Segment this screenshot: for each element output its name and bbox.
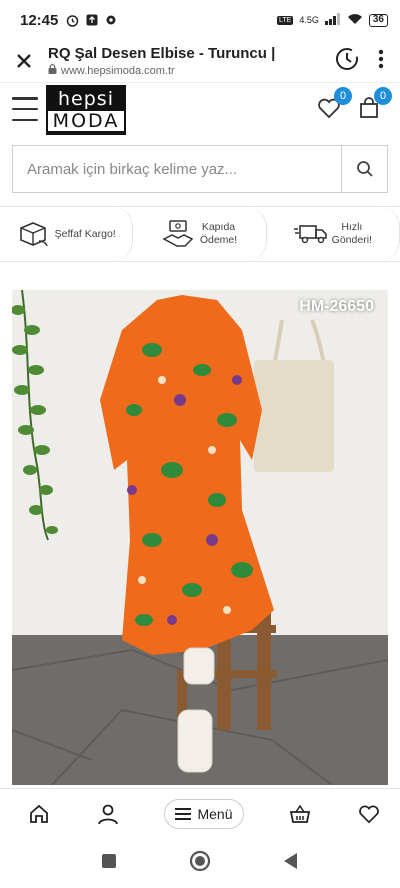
- site-logo[interactable]: hepsi MODA: [46, 85, 126, 135]
- close-icon: [17, 54, 31, 68]
- lock-icon: [48, 64, 57, 77]
- volte-icon: LTE: [277, 15, 294, 25]
- settings-gear-icon: [104, 14, 117, 27]
- nav-cart-button[interactable]: [287, 801, 313, 827]
- status-bar: 12:45 LTE 4.5G 36: [0, 0, 400, 40]
- recents-button[interactable]: [101, 853, 117, 874]
- home-system-button[interactable]: [189, 850, 211, 877]
- heart-icon: [359, 805, 379, 823]
- nav-menu-button[interactable]: Menü: [164, 798, 244, 829]
- search-input[interactable]: [13, 146, 341, 192]
- search-button[interactable]: [341, 146, 387, 192]
- feature-label: Kapıda Ödeme!: [199, 221, 238, 246]
- feature-item-shipping: Şeffaf Kargo!: [0, 207, 134, 261]
- menu-bars-icon: [175, 807, 192, 820]
- product-code-label: HM-26650: [299, 298, 374, 315]
- nav-home-button[interactable]: [26, 801, 52, 827]
- cart-count-badge: 0: [374, 87, 392, 105]
- browser-toolbar: RQ Şal Desen Elbise - Turuncu | www.heps…: [0, 40, 400, 82]
- screen: 12:45 LTE 4.5G 36 RQ Şal Desen Elbise - …: [0, 0, 400, 888]
- nav-wishlist-button[interactable]: [356, 801, 382, 827]
- history-clock-icon: [336, 47, 358, 70]
- signal-icon: [324, 13, 341, 27]
- site-header: hepsi MODA 0 0: [0, 82, 400, 136]
- logo-text-top: hepsi: [58, 88, 114, 110]
- nav-account-button[interactable]: [95, 801, 121, 827]
- logo-text-bottom: MODA: [48, 111, 124, 131]
- search-bar: [12, 145, 388, 193]
- history-button[interactable]: [334, 46, 360, 77]
- battery-indicator: 36: [368, 13, 388, 27]
- product-photo: [12, 290, 388, 785]
- page-url: www.hepsimoda.com.tr: [61, 64, 175, 77]
- hamburger-menu-icon[interactable]: [12, 97, 38, 121]
- feature-label: Hızlı Gönderi!: [331, 221, 372, 246]
- network-type: 4.5G: [299, 15, 319, 25]
- system-navigation-bar: [0, 838, 400, 888]
- close-tab-button[interactable]: [0, 53, 48, 69]
- more-vertical-icon: [378, 49, 384, 68]
- cart-button[interactable]: 0: [356, 87, 392, 121]
- upload-icon: [85, 14, 98, 27]
- search-icon: [356, 161, 373, 177]
- address-area[interactable]: RQ Şal Desen Elbise - Turuncu | www.heps…: [48, 45, 334, 77]
- wishlist-button[interactable]: 0: [316, 87, 352, 121]
- bottom-navigation: Menü: [0, 788, 400, 838]
- alarm-icon: [66, 14, 79, 27]
- home-icon: [30, 804, 48, 823]
- page-title: RQ Şal Desen Elbise - Turuncu |: [48, 45, 276, 62]
- overflow-menu-button[interactable]: [378, 49, 384, 74]
- feature-item-fast-delivery: Hızlı Gönderi!: [267, 207, 400, 261]
- basket-icon: [289, 804, 310, 823]
- back-button[interactable]: [283, 852, 299, 875]
- menu-label: Menü: [197, 805, 233, 822]
- feature-strip: Şeffaf Kargo! Kapıda Ödeme! Hızlı Gönder…: [0, 206, 400, 262]
- square-recents-icon: [102, 853, 116, 868]
- wishlist-count-badge: 0: [334, 87, 352, 105]
- box-icon: [19, 222, 48, 247]
- handshake-icon: [162, 220, 194, 247]
- feature-label: Şeffaf Kargo!: [54, 227, 116, 240]
- user-icon: [98, 804, 119, 824]
- wifi-icon: [347, 13, 363, 27]
- truck-icon: [293, 225, 327, 244]
- circle-home-icon: [189, 850, 211, 871]
- feature-item-cod: Kapıda Ödeme!: [133, 207, 267, 261]
- status-time: 12:45: [20, 11, 59, 29]
- product-image[interactable]: HM-26650: [12, 290, 388, 785]
- triangle-back-icon: [284, 852, 297, 869]
